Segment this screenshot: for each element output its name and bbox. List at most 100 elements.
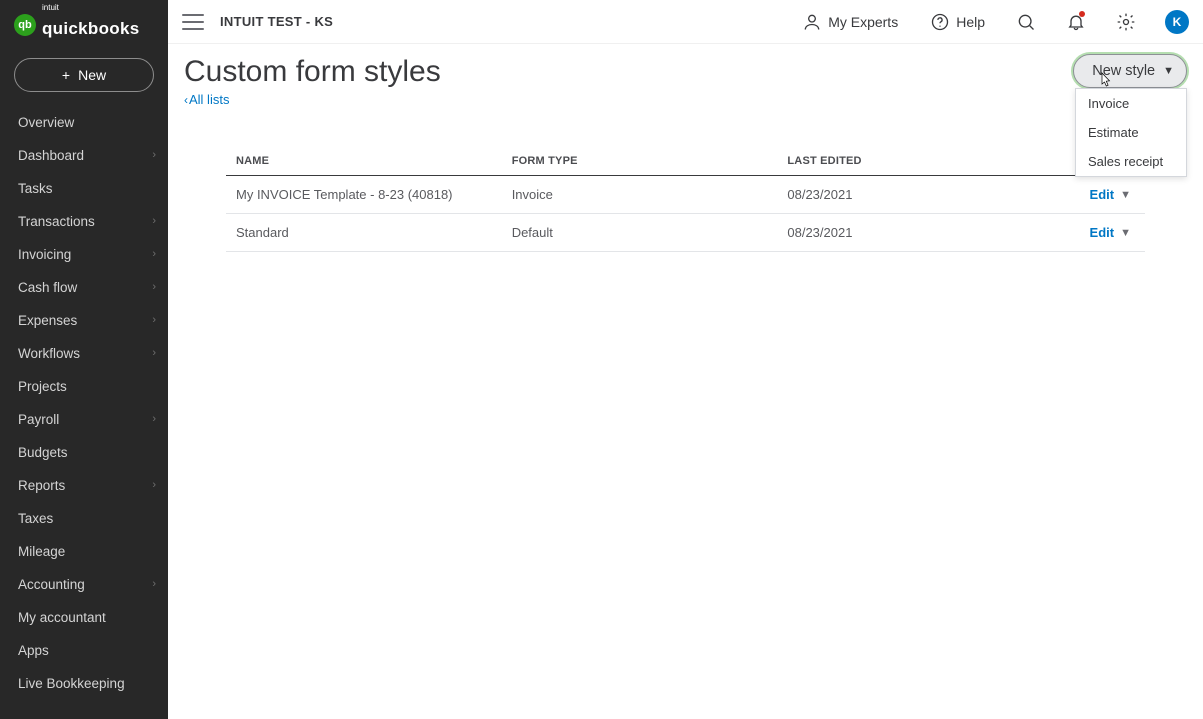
sidebar-item-label: Budgets: [18, 445, 68, 460]
cell-last-edited: 08/23/2021: [777, 214, 1034, 252]
sidebar-item-label: Taxes: [18, 511, 53, 526]
help-label: Help: [956, 14, 985, 30]
settings-button[interactable]: [1109, 5, 1143, 39]
table-row: StandardDefault08/23/2021 Edit ▼: [226, 214, 1145, 252]
brand-name: quickbooks: [42, 20, 139, 38]
chevron-right-icon: ›: [152, 248, 156, 260]
content-region: Custom form styles ‹ All lists New style…: [168, 44, 1203, 252]
column-header-form-type[interactable]: FORM TYPE: [502, 147, 778, 176]
top-header: INTUIT TEST - KS My Experts Help K: [168, 0, 1203, 44]
search-icon: [1016, 12, 1036, 32]
sidebar-item-cash-flow[interactable]: Cash flow ›: [0, 271, 168, 304]
brand-logo[interactable]: qb intuit quickbooks: [0, 8, 168, 54]
sidebar-item-invoicing[interactable]: Invoicing ›: [0, 238, 168, 271]
chevron-right-icon: ›: [152, 413, 156, 425]
sidebar-item-mileage[interactable]: Mileage: [0, 535, 168, 568]
sidebar-item-accounting[interactable]: Accounting ›: [0, 568, 168, 601]
sidebar-item-expenses[interactable]: Expenses ›: [0, 304, 168, 337]
chevron-right-icon: ›: [152, 149, 156, 161]
table-row: My INVOICE Template - 8-23 (40818)Invoic…: [226, 176, 1145, 214]
my-experts-button[interactable]: My Experts: [794, 6, 906, 38]
sidebar-item-reports[interactable]: Reports ›: [0, 469, 168, 502]
chevron-right-icon: ›: [152, 347, 156, 359]
sidebar-item-dashboard[interactable]: Dashboard ›: [0, 139, 168, 172]
sidebar-item-live-bookkeeping[interactable]: Live Bookkeeping: [0, 667, 168, 700]
avatar[interactable]: K: [1165, 10, 1189, 34]
cell-name: My INVOICE Template - 8-23 (40818): [226, 176, 502, 214]
new-button-label: New: [78, 67, 106, 83]
sidebar-item-label: Accounting: [18, 577, 85, 592]
chevron-right-icon: ›: [152, 314, 156, 326]
edit-label: Edit: [1090, 225, 1115, 240]
dropdown-item-sales-receipt[interactable]: Sales receipt: [1076, 147, 1186, 176]
person-icon: [802, 12, 822, 32]
sidebar-item-label: Live Bookkeeping: [18, 676, 125, 691]
cell-actions: Edit ▼: [1035, 176, 1145, 214]
edit-label: Edit: [1090, 187, 1115, 202]
company-name: INTUIT TEST - KS: [220, 14, 333, 29]
sidebar-item-label: Cash flow: [18, 280, 77, 295]
cell-actions: Edit ▼: [1035, 214, 1145, 252]
sidebar-item-label: Transactions: [18, 214, 95, 229]
form-styles-table-wrap: NAME FORM TYPE LAST EDITED My INVOICE Te…: [226, 147, 1145, 252]
new-style-label: New style: [1092, 63, 1155, 79]
chevron-right-icon: ›: [152, 479, 156, 491]
chevron-right-icon: ›: [152, 281, 156, 293]
sidebar-item-payroll[interactable]: Payroll ›: [0, 403, 168, 436]
dropdown-item-invoice[interactable]: Invoice: [1076, 89, 1186, 118]
form-styles-table: NAME FORM TYPE LAST EDITED My INVOICE Te…: [226, 147, 1145, 252]
chevron-down-icon: ▼: [1120, 189, 1131, 201]
all-lists-link[interactable]: ‹ All lists: [184, 92, 229, 107]
chevron-left-icon: ‹: [184, 93, 188, 107]
sidebar-item-label: Expenses: [18, 313, 77, 328]
sidebar-item-label: Mileage: [18, 544, 65, 559]
sidebar-item-tasks[interactable]: Tasks: [0, 172, 168, 205]
sidebar-item-budgets[interactable]: Budgets: [0, 436, 168, 469]
my-experts-label: My Experts: [828, 14, 898, 30]
search-button[interactable]: [1009, 5, 1043, 39]
sidebar-item-label: Dashboard: [18, 148, 84, 163]
cell-last-edited: 08/23/2021: [777, 176, 1034, 214]
plus-icon: +: [62, 68, 70, 82]
chevron-right-icon: ›: [152, 578, 156, 590]
sidebar-item-projects[interactable]: Projects: [0, 370, 168, 403]
sidebar-item-label: Invoicing: [18, 247, 71, 262]
cell-form-type: Default: [502, 214, 778, 252]
sidebar-item-apps[interactable]: Apps: [0, 634, 168, 667]
sidebar-item-label: My accountant: [18, 610, 106, 625]
edit-button[interactable]: Edit ▼: [1090, 187, 1135, 202]
main-panel: INTUIT TEST - KS My Experts Help K: [168, 0, 1203, 719]
new-style-dropdown: InvoiceEstimateSales receipt: [1075, 88, 1187, 177]
sidebar-item-label: Tasks: [18, 181, 53, 196]
help-icon: [930, 12, 950, 32]
brand-badge-icon: qb: [14, 14, 36, 36]
column-header-name[interactable]: NAME: [226, 147, 502, 176]
cell-name: Standard: [226, 214, 502, 252]
sidebar-item-label: Projects: [18, 379, 67, 394]
dropdown-item-estimate[interactable]: Estimate: [1076, 118, 1186, 147]
column-header-last-edited[interactable]: LAST EDITED: [777, 147, 1034, 176]
help-button[interactable]: Help: [922, 6, 993, 38]
sidebar-item-transactions[interactable]: Transactions ›: [0, 205, 168, 238]
hamburger-icon[interactable]: [182, 14, 204, 30]
edit-button[interactable]: Edit ▼: [1090, 225, 1135, 240]
sidebar-item-overview[interactable]: Overview: [0, 106, 168, 139]
chevron-right-icon: ›: [152, 215, 156, 227]
sidebar-item-taxes[interactable]: Taxes: [0, 502, 168, 535]
sidebar-item-workflows[interactable]: Workflows›: [0, 337, 168, 370]
notifications-button[interactable]: [1059, 5, 1093, 39]
page-title: Custom form styles: [184, 54, 1187, 90]
new-style-button[interactable]: New style ▼: [1073, 54, 1187, 88]
sidebar: qb intuit quickbooks + New OverviewDashb…: [0, 0, 168, 719]
chevron-down-icon: ▼: [1163, 65, 1174, 77]
sidebar-nav: OverviewDashboard›TasksTransactions›Invo…: [0, 106, 168, 708]
new-button[interactable]: + New: [14, 58, 154, 92]
gear-icon: [1116, 12, 1136, 32]
sidebar-item-label: Payroll: [18, 412, 59, 427]
chevron-down-icon: ▼: [1120, 227, 1131, 239]
sidebar-item-my-accountant[interactable]: My accountant: [0, 601, 168, 634]
sidebar-item-label: Apps: [18, 643, 49, 658]
notification-dot-icon: [1079, 11, 1085, 17]
all-lists-label: All lists: [189, 92, 229, 107]
sidebar-item-label: Reports: [18, 478, 65, 493]
